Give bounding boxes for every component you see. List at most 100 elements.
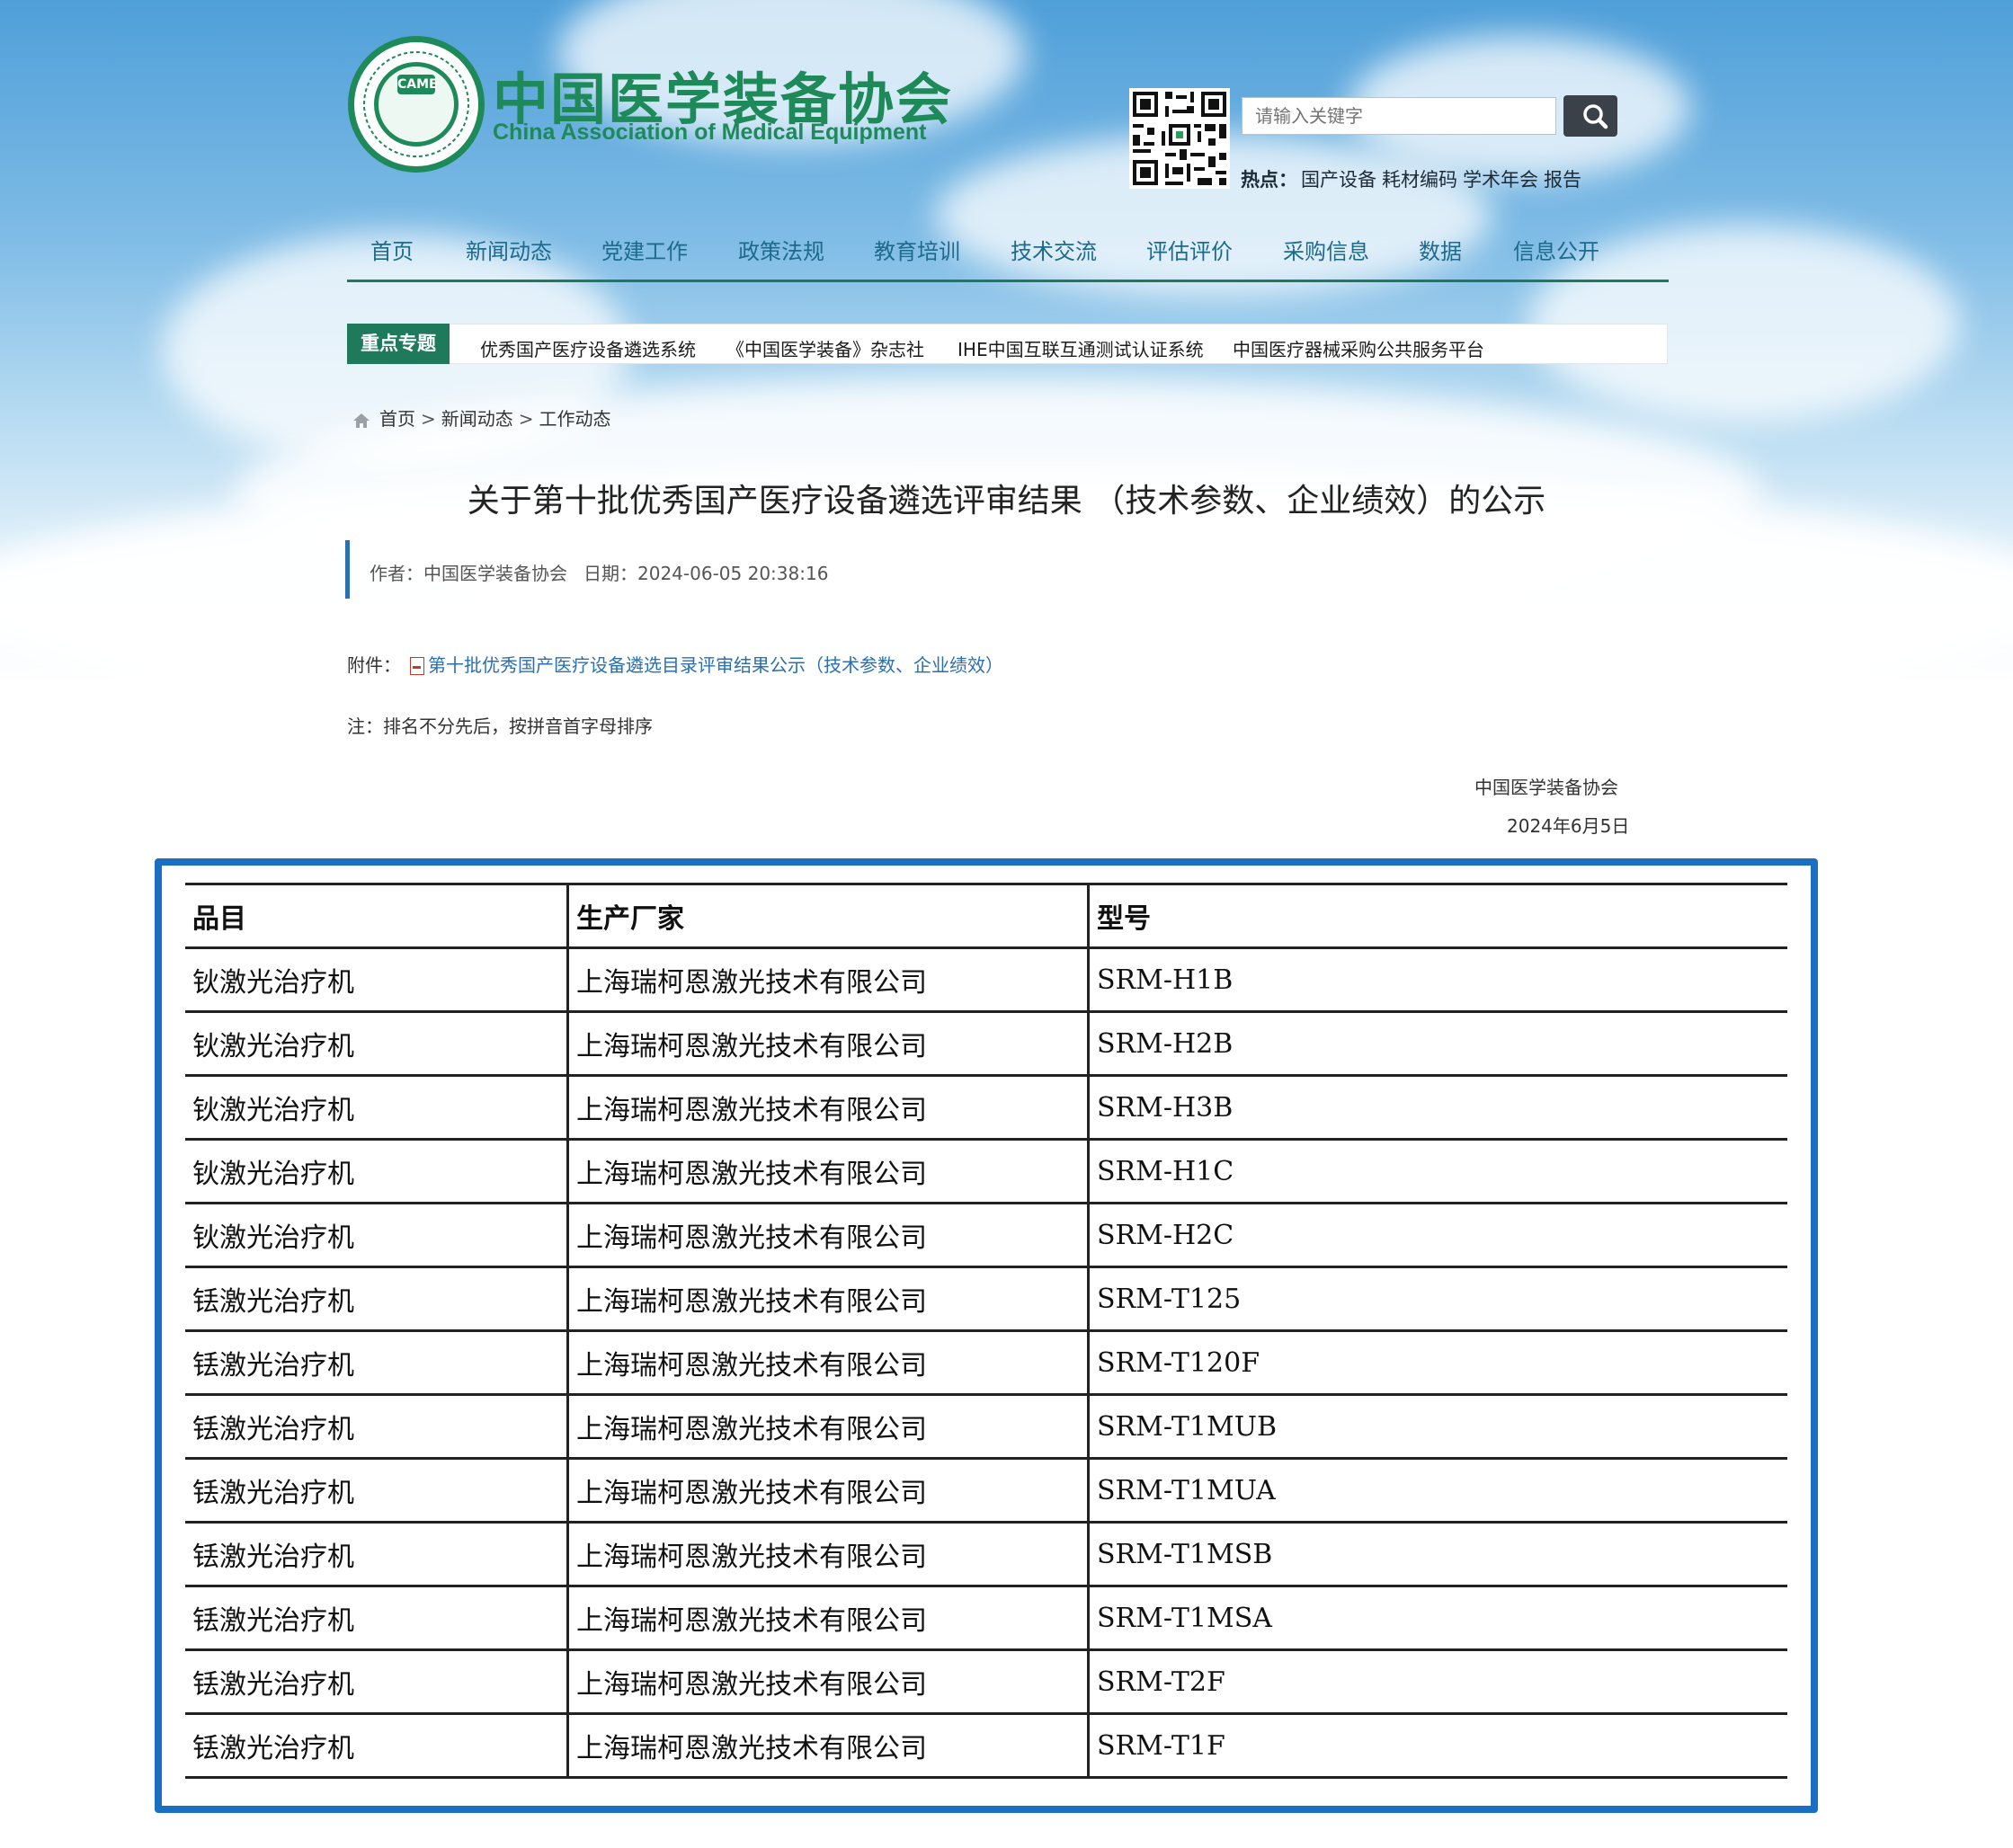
article-title: 关于第十批优秀国产医疗设备遴选评审结果 （技术参数、企业绩效）的公示 [467, 483, 1546, 520]
nav-item-disclosure[interactable]: 信息公开 [1513, 234, 1599, 265]
focus-label: 重点专题 [347, 324, 450, 364]
meta-accent-bar [345, 540, 350, 599]
cell-model: SRM-T1MSB [1087, 1522, 1787, 1587]
cell-model: SRM-T125 [1087, 1266, 1787, 1332]
cell-model: SRM-H3B [1087, 1075, 1787, 1141]
site-name-en[interactable]: China Association of Medical Equipment [493, 120, 926, 146]
breadcrumb-separator: > [518, 408, 534, 430]
search-input[interactable] [1242, 97, 1556, 135]
cell-category: 钬激光治疗机 [185, 1011, 568, 1077]
table-row: 铥激光治疗机 上海瑞柯恩激光技术有限公司 SRM-T1MSB [185, 1522, 1787, 1587]
publish-date: 2024-06-05 20:38:16 [637, 563, 829, 584]
attachment-row: 附件： 第十批优秀国产医疗设备遴选目录评审结果公示（技术参数、企业绩效） [347, 651, 1003, 677]
cell-model: SRM-T1F [1087, 1713, 1787, 1779]
cell-category: 铥激光治疗机 [185, 1458, 568, 1524]
cell-category: 铥激光治疗机 [185, 1394, 568, 1460]
hot-link[interactable]: 报告 [1544, 169, 1581, 191]
article-meta: 作者：中国医学装备协会 日期：2024-06-05 20:38:16 [370, 559, 828, 585]
hot-link[interactable]: 学术年会 [1463, 169, 1538, 191]
cell-model: SRM-H1C [1087, 1139, 1787, 1204]
cell-category: 铥激光治疗机 [185, 1649, 568, 1715]
emblem-badge: CAME [397, 75, 438, 94]
cell-manufacturer: 上海瑞柯恩激光技术有限公司 [566, 1586, 1089, 1651]
nav-item-evaluation[interactable]: 评估评价 [1146, 234, 1233, 265]
focus-link[interactable]: 优秀国产医疗设备遴选系统 [480, 335, 696, 361]
table-row: 钬激光治疗机 上海瑞柯恩激光技术有限公司 SRM-H1C [185, 1139, 1787, 1204]
cell-category: 铥激光治疗机 [185, 1330, 568, 1396]
main-nav: 首页 新闻动态 党建工作 政策法规 教育培训 技术交流 评估评价 采购信息 数据… [348, 234, 1668, 280]
nav-item-education[interactable]: 教育培训 [874, 234, 960, 265]
cell-manufacturer: 上海瑞柯恩激光技术有限公司 [566, 1075, 1089, 1141]
cell-manufacturer: 上海瑞柯恩激光技术有限公司 [566, 1203, 1089, 1268]
table-row: 钬激光治疗机 上海瑞柯恩激光技术有限公司 SRM-H3B [185, 1075, 1787, 1141]
nav-divider [347, 280, 1669, 282]
cell-category: 钬激光治疗机 [185, 1203, 568, 1268]
cell-manufacturer: 上海瑞柯恩激光技术有限公司 [566, 1011, 1089, 1077]
cell-category: 铥激光治疗机 [185, 1266, 568, 1332]
home-icon [353, 413, 370, 428]
attachment-link[interactable]: 第十批优秀国产医疗设备遴选目录评审结果公示（技术参数、企业绩效） [428, 654, 1003, 676]
author: 中国医学装备协会 [423, 563, 567, 584]
cell-category: 钬激光治疗机 [185, 1139, 568, 1204]
breadcrumb-separator: > [421, 408, 436, 430]
column-header-model: 型号 [1087, 883, 1787, 949]
date-label: 日期： [583, 563, 637, 584]
breadcrumb-news[interactable]: 新闻动态 [441, 408, 513, 430]
hot-topics: 热点： 国产设备 耗材编码 学术年会 报告 [1241, 165, 1587, 192]
breadcrumb: 首页 > 新闻动态 > 工作动态 [352, 404, 611, 431]
breadcrumb-home[interactable]: 首页 [379, 408, 415, 430]
focus-link[interactable]: 《中国医学装备》杂志社 [726, 335, 924, 361]
qr-code-icon [1129, 88, 1230, 189]
table-header-row: 品目 生产厂家 型号 [185, 883, 1787, 949]
cell-model: SRM-T2F [1087, 1649, 1787, 1715]
cell-model: SRM-T120F [1087, 1330, 1787, 1396]
cell-category: 钬激光治疗机 [185, 1075, 568, 1141]
breadcrumb-current[interactable]: 工作动态 [539, 408, 611, 430]
cell-model: SRM-H2C [1087, 1203, 1787, 1268]
cell-model: SRM-H2B [1087, 1011, 1787, 1077]
cell-manufacturer: 上海瑞柯恩激光技术有限公司 [566, 1649, 1089, 1715]
focus-link[interactable]: IHE中国互联互通测试认证系统 [958, 335, 1204, 361]
cell-manufacturer: 上海瑞柯恩激光技术有限公司 [566, 1458, 1089, 1524]
table-row: 铥激光治疗机 上海瑞柯恩激光技术有限公司 SRM-T1MSA [185, 1586, 1787, 1651]
nav-item-data[interactable]: 数据 [1419, 234, 1462, 265]
cell-manufacturer: 上海瑞柯恩激光技术有限公司 [566, 1330, 1089, 1396]
nav-item-home[interactable]: 首页 [370, 234, 414, 265]
nav-item-tech[interactable]: 技术交流 [1011, 234, 1097, 265]
nav-item-procurement[interactable]: 采购信息 [1283, 234, 1369, 265]
table-row: 铥激光治疗机 上海瑞柯恩激光技术有限公司 SRM-T125 [185, 1266, 1787, 1332]
cell-model: SRM-T1MUB [1087, 1394, 1787, 1460]
column-header-category: 品目 [185, 883, 568, 949]
cell-manufacturer: 上海瑞柯恩激光技术有限公司 [566, 947, 1089, 1013]
cell-manufacturer: 上海瑞柯恩激光技术有限公司 [566, 1522, 1089, 1587]
nav-item-party[interactable]: 党建工作 [601, 234, 688, 265]
table-row: 铥激光治疗机 上海瑞柯恩激光技术有限公司 SRM-T1F [185, 1713, 1787, 1779]
logo-emblem[interactable]: CAME [348, 36, 485, 173]
cell-model: SRM-T1MUA [1087, 1458, 1787, 1524]
nav-item-policy[interactable]: 政策法规 [738, 234, 824, 265]
table-row: 钬激光治疗机 上海瑞柯恩激光技术有限公司 SRM-H1B [185, 947, 1787, 1013]
cell-model: SRM-T1MSA [1087, 1586, 1787, 1651]
cell-manufacturer: 上海瑞柯恩激光技术有限公司 [566, 1139, 1089, 1204]
table-row: 钬激光治疗机 上海瑞柯恩激光技术有限公司 SRM-H2C [185, 1203, 1787, 1268]
table-row: 钬激光治疗机 上海瑞柯恩激光技术有限公司 SRM-H2B [185, 1011, 1787, 1077]
cell-model: SRM-H1B [1087, 947, 1787, 1013]
hot-link[interactable]: 耗材编码 [1382, 169, 1457, 191]
focus-link[interactable]: 中国医疗器械采购公共服务平台 [1233, 335, 1484, 361]
signature-date: 2024年6月5日 [1507, 815, 1630, 837]
table-row: 铥激光治疗机 上海瑞柯恩激光技术有限公司 SRM-T120F [185, 1330, 1787, 1396]
ranking-note: 注：排名不分先后，按拼音首字母排序 [347, 715, 653, 737]
table-row: 铥激光治疗机 上海瑞柯恩激光技术有限公司 SRM-T2F [185, 1649, 1787, 1715]
table-row: 铥激光治疗机 上海瑞柯恩激光技术有限公司 SRM-T1MUB [185, 1394, 1787, 1460]
nav-item-news[interactable]: 新闻动态 [466, 234, 552, 265]
signature-org: 中国医学装备协会 [1474, 777, 1618, 798]
hot-label: 热点： [1241, 169, 1297, 191]
cell-category: 铥激光治疗机 [185, 1522, 568, 1587]
search-icon [1583, 104, 1608, 129]
cell-manufacturer: 上海瑞柯恩激光技术有限公司 [566, 1713, 1089, 1779]
search-button[interactable] [1563, 95, 1617, 137]
cell-manufacturer: 上海瑞柯恩激光技术有限公司 [566, 1266, 1089, 1332]
cell-category: 铥激光治疗机 [185, 1713, 568, 1779]
hot-link[interactable]: 国产设备 [1301, 169, 1376, 191]
result-table: 品目 生产厂家 型号 钬激光治疗机 上海瑞柯恩激光技术有限公司 SRM-H1B 钬激… [185, 883, 1787, 1779]
